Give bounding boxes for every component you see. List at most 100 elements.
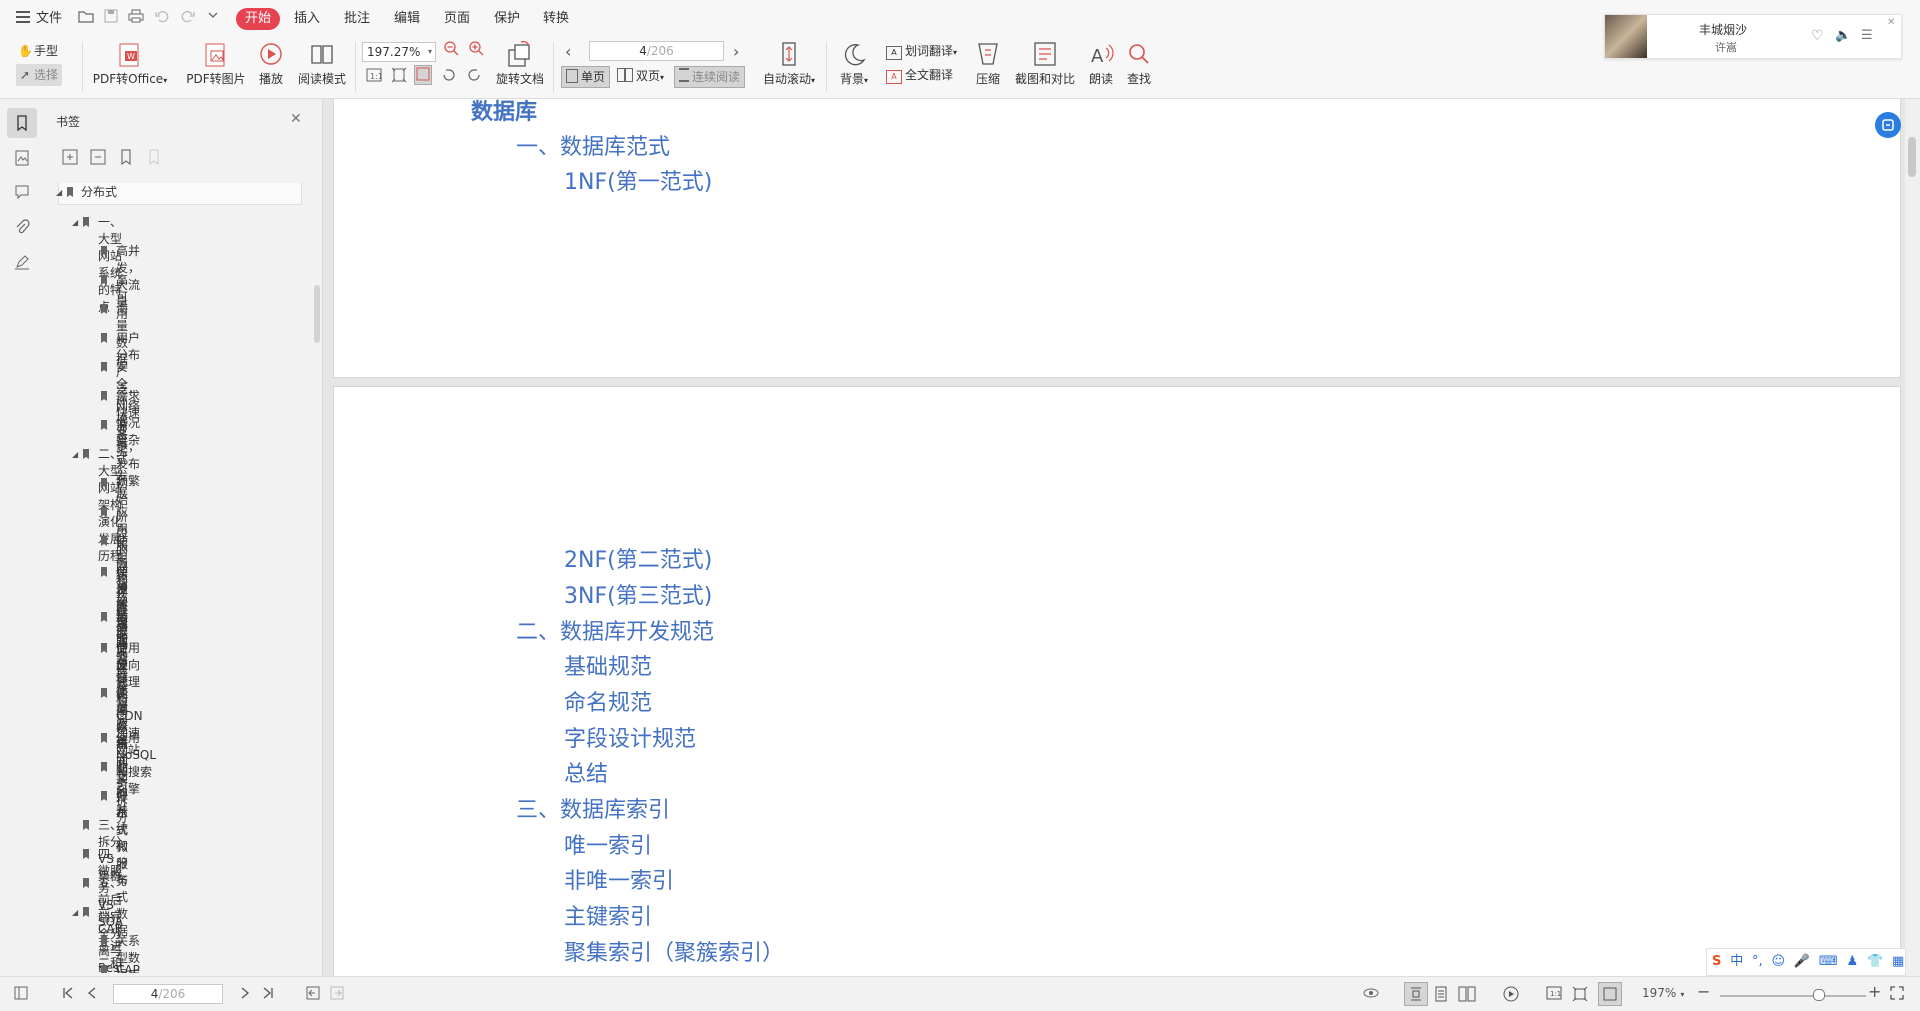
word-translate-button[interactable]: A 划词翻译▾ [886,40,957,62]
first-page-icon[interactable] [62,986,74,1003]
continuous-read-button[interactable]: 连续阅读 [674,66,746,88]
signature-tab[interactable] [7,247,37,277]
open-folder-icon[interactable] [78,9,94,25]
select-tool[interactable]: ➚ 选择 [16,64,63,86]
zoom-select[interactable]: 197% ▾ [1642,986,1684,1000]
zoom-slider[interactable] [1720,995,1866,997]
tab-edit[interactable]: 编辑 [390,8,424,30]
single-page-button[interactable]: 单页 [561,66,611,88]
expand-triangle-icon[interactable]: ◢ [72,904,78,921]
expand-triangle-icon[interactable]: ◢ [72,446,78,463]
thumbnail-tab[interactable] [7,143,37,173]
read-aloud-button[interactable]: A 朗读 [1086,40,1116,87]
fit-page-button[interactable] [391,67,407,89]
quick-access-dropdown-icon[interactable] [205,9,221,25]
zoom-out-button[interactable] [443,40,459,62]
actual-size-button[interactable]: 1:1 [366,67,383,89]
next-page-icon[interactable] [239,986,251,1003]
save-icon[interactable] [103,9,119,25]
forward-icon[interactable] [330,986,344,1003]
page-number-input[interactable]: 4/206 [589,41,724,61]
document-view[interactable]: 数据库 一、数据库范式 1NF(第一范式) 2NF(第二范式) 3NF(第三范式)… [323,99,1920,976]
zoom-in-icon[interactable]: + [1868,982,1881,1001]
scroll-thumb[interactable] [314,285,320,343]
background-button[interactable]: 背景▾ [836,40,872,87]
play-icon[interactable] [1503,986,1519,1005]
bookmark-scrollbar[interactable] [314,183,320,973]
playlist-icon[interactable]: ☰ [1861,28,1873,43]
find-button[interactable]: 查找 [1124,40,1154,87]
screenshot-compare-button[interactable]: 截图和对比 [1013,40,1077,87]
redo-icon[interactable] [180,9,196,25]
actual-size-icon[interactable]: 1:1 [1546,986,1562,1003]
collapse-all-icon[interactable] [90,149,106,165]
volume-icon[interactable]: 🔈 [1835,28,1851,43]
double-page-button[interactable]: 双页▾ [617,66,664,88]
document-scrollbar[interactable] [1905,99,1920,976]
play-button[interactable]: 播放 [256,40,286,87]
zoom-out-icon[interactable]: − [1697,982,1710,1001]
file-menu[interactable]: 文件 [32,8,66,30]
prev-page-icon[interactable] [86,986,98,1003]
ime-language[interactable]: 中 [1730,949,1743,975]
floating-tool-button[interactable] [1875,112,1901,138]
undo-icon[interactable] [154,9,170,25]
rotate-document-button[interactable]: 旋转文档 [494,40,546,87]
fit-page-icon[interactable] [1572,986,1588,1005]
continuous-view-icon[interactable] [1404,982,1428,1006]
skin-icon[interactable]: 👕 [1867,949,1883,975]
eye-protection-icon[interactable] [1362,986,1380,1003]
fit-width-icon[interactable] [1598,982,1622,1006]
expand-all-icon[interactable] [62,149,78,165]
close-icon[interactable]: ✕ [290,111,302,127]
bookmark-item[interactable]: ◢ 分布式 [56,183,302,205]
grid-icon[interactable]: ▦ [1892,949,1904,975]
attachment-tab[interactable] [7,212,37,242]
double-view-icon[interactable] [1458,986,1476,1005]
sogou-icon[interactable]: S [1712,949,1721,975]
add-bookmark-icon[interactable] [118,149,134,165]
zoom-input[interactable]: 197.27% ▾ [362,42,436,62]
tab-start[interactable]: 开始 [236,8,281,30]
next-page-button[interactable]: › [733,41,739,63]
tab-annotate[interactable]: 批注 [340,8,374,30]
tab-insert[interactable]: 插入 [290,8,324,30]
single-view-icon[interactable] [1434,986,1448,1005]
last-page-icon[interactable] [262,986,274,1003]
hand-tool[interactable]: ✋手型 [18,40,58,62]
delete-bookmark-icon[interactable] [146,149,162,165]
microphone-icon[interactable]: 🎤 [1794,949,1810,975]
hamburger-menu-icon[interactable] [16,11,30,23]
fullscreen-icon[interactable] [1890,986,1904,1003]
comment-tab[interactable] [7,177,37,207]
user-icon[interactable]: ♟ [1847,949,1859,975]
prev-page-button[interactable]: ‹ [565,41,571,63]
auto-scroll-button[interactable]: 自动滚动▾ [760,40,818,87]
zoom-in-button[interactable] [468,40,484,62]
pdf-to-image-button[interactable]: PDF转图片 [183,40,249,87]
tab-convert[interactable]: 转换 [539,8,573,30]
tab-protect[interactable]: 保护 [490,8,524,30]
status-page-input[interactable]: 4/206 [113,984,223,1004]
tab-page[interactable]: 页面 [440,8,474,30]
expand-triangle-icon[interactable]: ◢ [56,184,62,201]
back-icon[interactable] [306,986,320,1003]
heart-icon[interactable]: ♡ [1811,28,1824,44]
toggle-sidebar-icon[interactable] [14,986,28,1003]
scroll-thumb[interactable] [1908,137,1916,177]
close-icon[interactable]: ✕ [1887,17,1895,28]
emoji-icon[interactable]: ☺ [1772,949,1786,975]
expand-triangle-icon[interactable]: ◢ [72,214,78,231]
fit-width-button[interactable] [414,65,432,85]
full-translate-button[interactable]: A 全文翻译 [886,64,953,86]
rotate-left-button[interactable] [441,67,457,89]
punctuation-icon[interactable]: °, [1752,949,1763,975]
compress-button[interactable]: 压缩 [972,40,1004,87]
zoom-slider-knob[interactable] [1813,989,1826,1001]
rotate-right-button[interactable] [466,67,482,89]
bookmark-tab[interactable] [7,108,37,138]
print-icon[interactable] [128,9,144,25]
read-mode-button[interactable]: 阅读模式 [296,40,348,87]
keyboard-icon[interactable]: ⌨ [1819,949,1838,975]
pdf-to-office-button[interactable]: W PDF转Office▾ [90,40,170,87]
